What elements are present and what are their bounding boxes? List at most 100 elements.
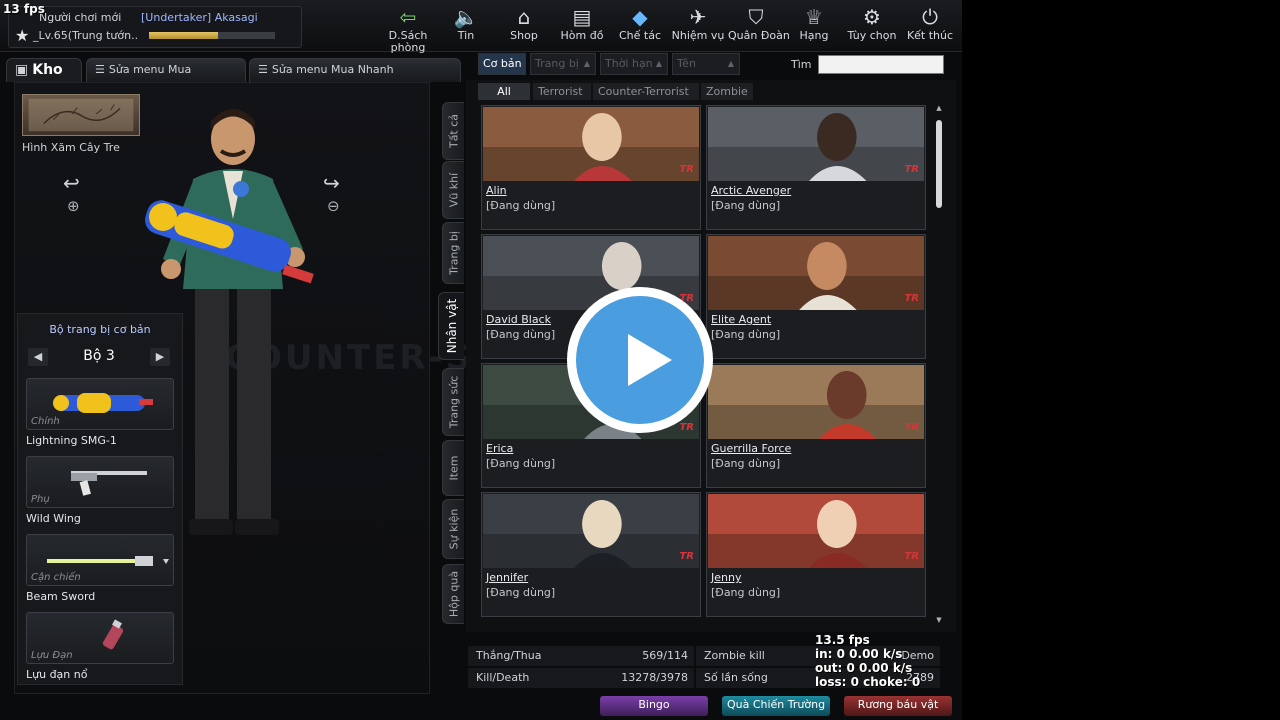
- tab-edit-quick-buy-menu[interactable]: ☰ Sửa menu Mua Nhanh: [249, 58, 461, 82]
- bingo-button[interactable]: Bingo: [600, 696, 708, 716]
- speaker-icon: 🔈: [453, 5, 479, 29]
- terrorist-badge: TR: [904, 551, 919, 562]
- character-name[interactable]: Guerrilla Force: [711, 442, 791, 455]
- character-portrait: [708, 236, 924, 310]
- character-status: [Đang dùng]: [711, 328, 781, 341]
- menu-label: Hạng: [799, 29, 829, 42]
- team-zombie[interactable]: Zombie: [701, 83, 753, 100]
- character-portrait: [708, 365, 924, 439]
- tattoo-card[interactable]: [22, 94, 140, 136]
- team-counter-terrorist[interactable]: Counter-Terrorist: [593, 83, 699, 100]
- shop-icon: ⌂: [517, 5, 531, 29]
- category-tab[interactable]: Nhân vật: [438, 292, 464, 360]
- list-scrollbar[interactable]: ▲ ▼: [933, 104, 945, 624]
- character-name[interactable]: Erica: [486, 442, 513, 455]
- menu-controller-button[interactable]: ◆ Chế tác: [612, 4, 668, 48]
- secondary-weapon-name: Wild Wing: [26, 512, 81, 525]
- team-terrorist[interactable]: Terrorist: [533, 83, 591, 100]
- character-card[interactable]: TR Arctic Avenger [Đang dùng]: [706, 105, 926, 230]
- sort-arrow-icon: ▲: [727, 59, 734, 68]
- character-name[interactable]: Elite Agent: [711, 313, 771, 326]
- tab-edit-buy-menu-label: Sửa menu Mua: [108, 63, 192, 76]
- menu-gear-button[interactable]: ⚙ Tùy chọn: [844, 4, 900, 48]
- xp-bar-fill: [149, 32, 219, 39]
- tab-kho[interactable]: ▣ Kho: [6, 58, 82, 82]
- zoom-in-icon[interactable]: ⊕: [67, 197, 80, 215]
- character-status: [Đang dùng]: [711, 457, 781, 470]
- top-bar: Người chơi mới [Undertaker] Akasagi ★ _L…: [0, 0, 962, 54]
- character-name[interactable]: Arctic Avenger: [711, 184, 791, 197]
- net-in: in: 0 0.00 k/s: [815, 647, 903, 661]
- battle-gift-button[interactable]: Quà Chiến Trường: [722, 696, 830, 716]
- menu-trophy-button[interactable]: ♕ Hạng: [786, 4, 842, 48]
- secondary-weapon-slot[interactable]: Phụ: [26, 456, 174, 508]
- scrollbar-thumb[interactable]: [936, 120, 942, 208]
- menu-back-arrow-button[interactable]: ⇦ D.Sách phòng: [380, 4, 436, 54]
- rotate-left-icon[interactable]: ↩: [63, 171, 80, 195]
- character-name[interactable]: David Black: [486, 313, 551, 326]
- scroll-up-icon[interactable]: ▲: [933, 104, 945, 112]
- character-status: [Đang dùng]: [486, 586, 556, 599]
- filter-basic[interactable]: Cơ bản: [478, 53, 526, 75]
- menu-shop-button[interactable]: ⌂ Shop: [496, 4, 552, 48]
- filter-name[interactable]: Tên ▲: [672, 53, 740, 75]
- next-set-button[interactable]: ▶: [150, 348, 170, 366]
- terrorist-badge: TR: [679, 164, 694, 175]
- character-card[interactable]: TR Jenny [Đang dùng]: [706, 492, 926, 617]
- category-tab[interactable]: Tất cả: [442, 102, 464, 160]
- menu-clan-shield-button[interactable]: ⛉ Quân Đoàn: [728, 4, 790, 48]
- category-tab[interactable]: Sự kiện: [442, 499, 464, 559]
- character-card[interactable]: TR Elite Agent [Đang dùng]: [706, 234, 926, 359]
- list-icon: ☰: [95, 63, 105, 76]
- fps-counter: 13 fps: [3, 2, 45, 16]
- trophy-icon: ♕: [805, 5, 823, 29]
- category-tab[interactable]: Trang sức: [442, 368, 464, 436]
- net-fps: 13.5 fps: [815, 633, 870, 647]
- primary-weapon-slot[interactable]: Chính: [26, 378, 174, 430]
- play-button-circle: [576, 296, 704, 424]
- category-tab-label: Trang bị: [447, 231, 460, 275]
- game-window: Người chơi mới [Undertaker] Akasagi ★ _L…: [0, 0, 962, 720]
- melee-weapon-slot[interactable]: Cận chiến: [26, 534, 174, 586]
- category-tab[interactable]: Hộp quà: [442, 564, 464, 624]
- treasure-chest-button[interactable]: Rương báu vật: [844, 696, 952, 716]
- team-all[interactable]: All: [478, 83, 530, 100]
- grenade-slot[interactable]: Lựu Đạn: [26, 612, 174, 664]
- search-input[interactable]: [818, 55, 944, 74]
- tab-edit-buy-menu[interactable]: ☰ Sửa menu Mua: [86, 58, 246, 82]
- menu-speaker-button[interactable]: 🔈 Tin: [438, 4, 494, 48]
- slot-category: Chính: [31, 416, 60, 427]
- player-level: _Lv.65(Trung tướn..: [33, 29, 139, 42]
- category-tab-label: Sự kiện: [447, 508, 460, 550]
- slot-category: Phụ: [31, 494, 50, 505]
- filter-equipment[interactable]: Trang bị ▲: [530, 53, 596, 75]
- category-tab[interactable]: Item: [442, 440, 464, 496]
- category-tab[interactable]: Trang bị: [442, 222, 464, 284]
- power-icon: ⏻: [922, 5, 938, 29]
- menu-mission-button[interactable]: ✈ Nhiệm vụ: [670, 4, 726, 48]
- grenade-name: Lựu đạn nổ: [26, 668, 88, 681]
- character-name[interactable]: Jennifer: [486, 571, 528, 584]
- scroll-down-icon[interactable]: ▼: [933, 616, 945, 624]
- xp-bar: [149, 32, 275, 39]
- category-tab[interactable]: Vũ khí: [442, 161, 464, 219]
- character-name[interactable]: Alin: [486, 184, 507, 197]
- search-label: Tìm: [791, 58, 812, 71]
- character-name[interactable]: Jenny: [711, 571, 741, 584]
- stat-label: Số lần sống: [704, 671, 768, 684]
- previous-set-button[interactable]: ◀: [28, 348, 48, 366]
- character-card[interactable]: TR Alin [Đang dùng]: [481, 105, 701, 230]
- stat-kill-death: Kill/Death 13278/3978: [468, 668, 694, 688]
- stat-label: Zombie kill: [704, 649, 765, 662]
- menu-power-button[interactable]: ⏻ Kết thúc: [902, 4, 958, 48]
- character-portrait: [708, 494, 924, 568]
- character-portrait: [483, 107, 699, 181]
- play-button[interactable]: [567, 287, 713, 433]
- character-card[interactable]: TR Guerrilla Force [Đang dùng]: [706, 363, 926, 488]
- net-out: out: 0 0.00 k/s: [815, 661, 913, 675]
- menu-suitcase-button[interactable]: ▤ Hòm đồ: [554, 4, 610, 48]
- character-card[interactable]: TR Jennifer [Đang dùng]: [481, 492, 701, 617]
- back-arrow-icon: ⇦: [399, 5, 417, 29]
- bamboo-tattoo-image: [28, 98, 134, 132]
- filter-duration[interactable]: Thời hạn ▲: [600, 53, 668, 75]
